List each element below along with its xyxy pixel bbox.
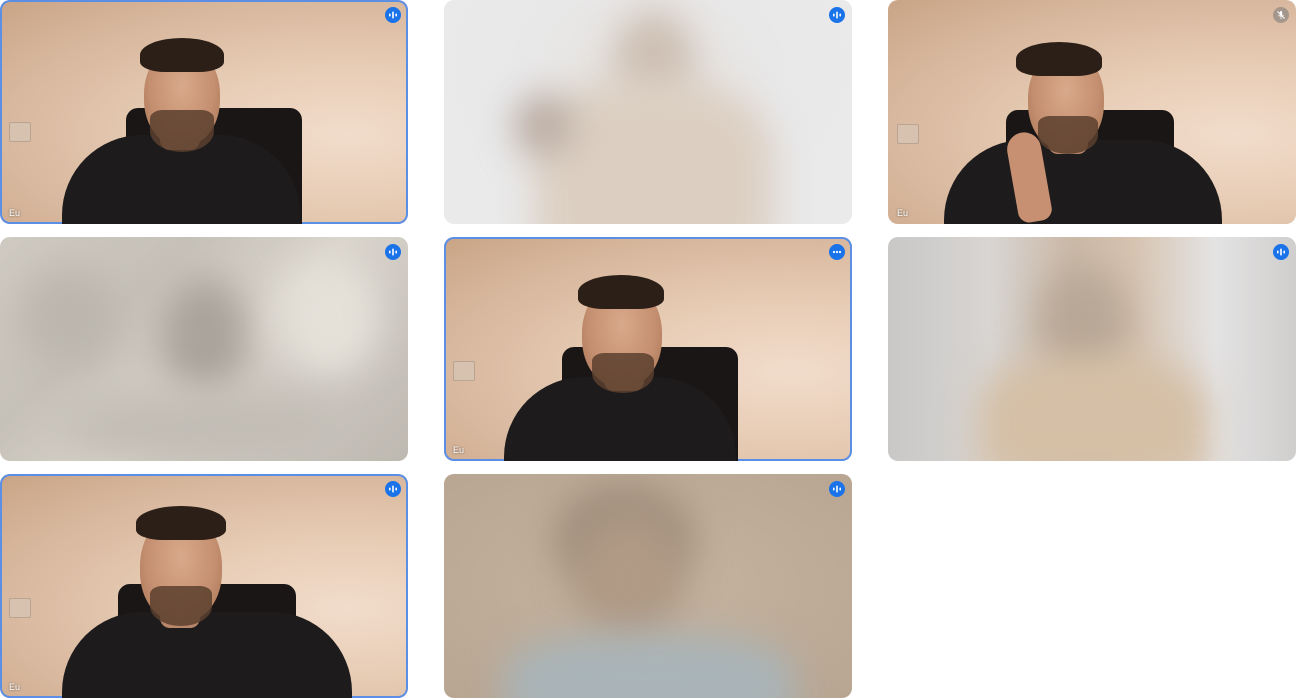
wall-switch [9,598,31,618]
hair [1016,42,1102,76]
participant-name: Eu [9,208,21,218]
participant-name: Eu [453,445,465,455]
mic-off-icon[interactable] [1273,7,1289,23]
participant-video-blurred [444,0,852,224]
participant-video [888,0,1296,224]
participant-name: Eu [9,682,21,692]
participant-video [0,0,408,224]
hair [140,38,224,72]
audio-level-icon[interactable] [829,7,845,23]
wall-switch [897,124,919,144]
beard [150,110,214,152]
participant-video [0,474,408,698]
participant-tile[interactable] [888,237,1296,461]
participant-tile[interactable]: Eu [0,0,408,224]
participant-grid: Eu Eu Eu Eu [0,0,1296,699]
hair [136,506,226,540]
torso [62,612,352,698]
participant-tile[interactable] [444,0,852,224]
participant-tile[interactable] [0,237,408,461]
participant-video-blurred [888,237,1296,461]
wall-switch [453,361,475,381]
audio-level-icon[interactable] [385,481,401,497]
beard [150,586,212,626]
participant-tile[interactable]: Eu [444,237,852,461]
participant-tile[interactable] [444,474,852,698]
participant-video-blurred [0,237,408,461]
participant-tile[interactable]: Eu [0,474,408,698]
more-options-icon[interactable] [829,244,845,260]
wall-switch [9,122,31,142]
beard [1038,116,1098,154]
beard [592,353,654,393]
audio-level-icon[interactable] [385,244,401,260]
participant-tile[interactable]: Eu [888,0,1296,224]
audio-level-icon[interactable] [829,481,845,497]
hair [578,275,664,309]
audio-level-icon[interactable] [1273,244,1289,260]
participant-video [444,237,852,461]
participant-name: Eu [897,208,909,218]
audio-level-icon[interactable] [385,7,401,23]
participant-video-blurred [444,474,852,698]
